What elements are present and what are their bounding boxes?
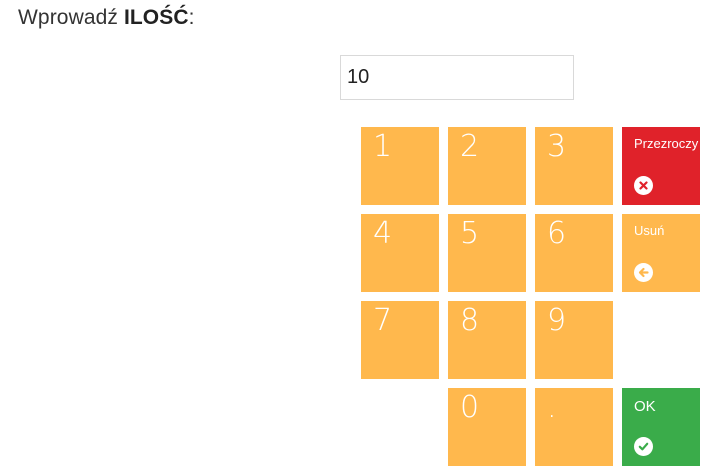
- key-label: 0: [460, 390, 480, 425]
- prompt-emphasis: ILOŚĆ: [123, 6, 189, 29]
- close-circle-icon: [634, 176, 653, 195]
- key-9[interactable]: 9: [535, 301, 613, 379]
- key-2[interactable]: 2: [448, 127, 526, 205]
- check-circle-icon: [634, 437, 653, 456]
- key-label: 7: [373, 303, 393, 338]
- key-4[interactable]: 4: [361, 214, 439, 292]
- key-label: 2: [460, 129, 480, 164]
- key-label: 3: [547, 129, 567, 164]
- key-1[interactable]: 1: [361, 127, 439, 205]
- backspace-button[interactable]: Usuń: [622, 214, 700, 292]
- ok-button[interactable]: OK: [622, 388, 700, 466]
- key-label: 9: [547, 303, 567, 338]
- prompt-prefix: Wprowadź: [18, 6, 124, 29]
- key-label: 8: [460, 303, 480, 338]
- quantity-prompt: Wprowadź ILOŚĆ:: [18, 6, 195, 30]
- arrow-left-circle-icon: [634, 263, 653, 282]
- key-label: 6: [547, 216, 567, 251]
- prompt-suffix: :: [188, 6, 195, 29]
- key-label: 5: [460, 216, 480, 251]
- clear-label: Przezroczy: [634, 136, 699, 151]
- key-label: .: [547, 390, 557, 425]
- key-0[interactable]: 0: [448, 388, 526, 466]
- key-label: 1: [373, 129, 393, 164]
- quantity-input[interactable]: [340, 55, 574, 100]
- key-label: 4: [373, 216, 393, 251]
- ok-label: OK: [634, 398, 656, 415]
- key-3[interactable]: 3: [535, 127, 613, 205]
- key-6[interactable]: 6: [535, 214, 613, 292]
- key-8[interactable]: 8: [448, 301, 526, 379]
- key-decimal[interactable]: .: [535, 388, 613, 466]
- clear-button[interactable]: Przezroczy: [622, 127, 700, 205]
- key-5[interactable]: 5: [448, 214, 526, 292]
- backspace-label: Usuń: [634, 223, 665, 238]
- key-7[interactable]: 7: [361, 301, 439, 379]
